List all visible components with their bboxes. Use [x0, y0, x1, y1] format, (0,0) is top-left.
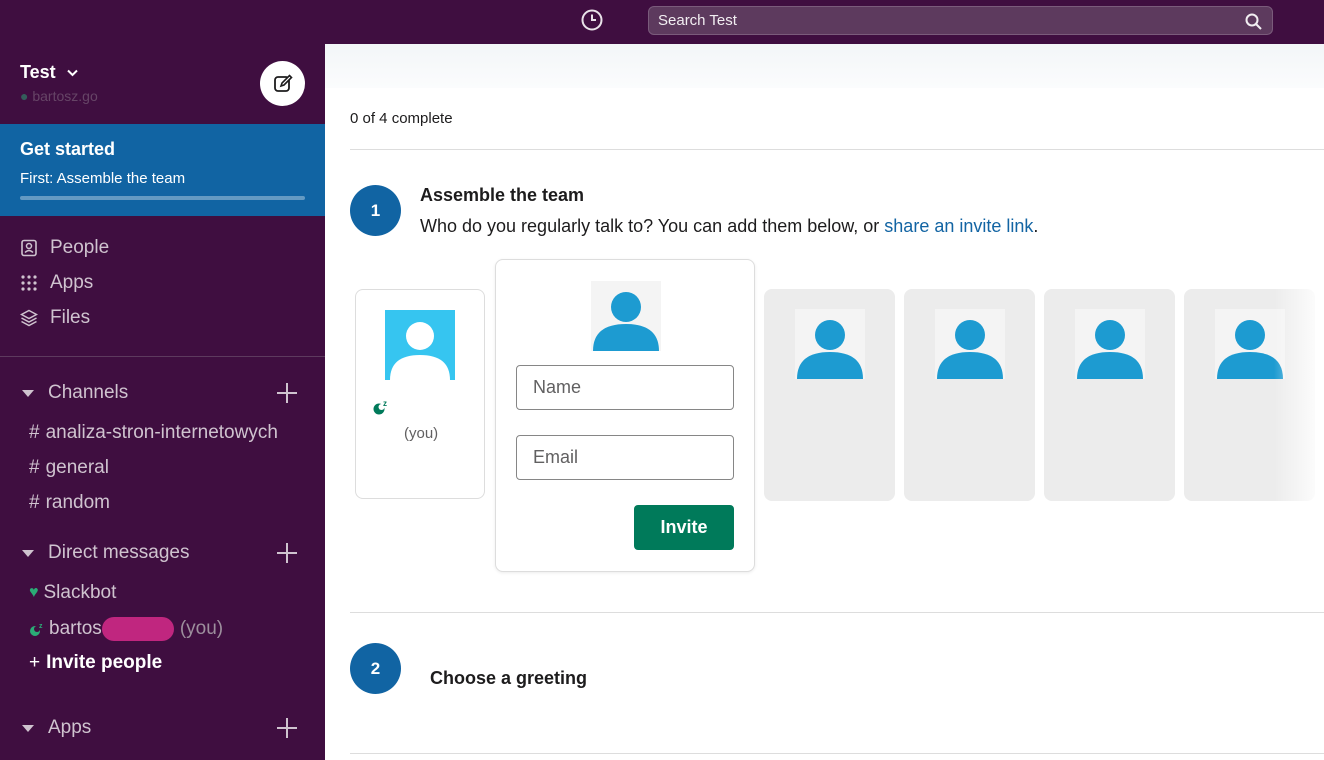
invite-people-label: Invite people	[46, 652, 163, 673]
apps-section-toggle[interactable]: Apps	[22, 717, 91, 739]
email-input[interactable]: Email	[516, 435, 734, 480]
channel-item[interactable]: # general	[29, 457, 109, 479]
redaction-mark	[101, 617, 174, 641]
you-suffix: (you)	[179, 618, 224, 639]
user-silhouette-icon	[390, 322, 450, 380]
dm-section-label: Direct messages	[48, 542, 190, 563]
compose-button[interactable]	[260, 61, 305, 106]
avatar-placeholder	[1075, 309, 1145, 379]
dm-item-slackbot[interactable]: ♥ Slackbot	[29, 582, 116, 604]
step-title-greeting[interactable]: Choose a greeting	[430, 668, 587, 689]
progress-count: 0 of 4	[350, 110, 388, 127]
search-placeholder: Search Test	[658, 12, 737, 29]
workspace-user-name: bartosz.go	[32, 88, 98, 104]
step-description-text: Who do you regularly talk to? You can ad…	[420, 216, 885, 236]
dm-name: bartos	[49, 618, 102, 639]
files-layers-icon	[20, 309, 38, 327]
get-started-subtitle: First: Assemble the team	[20, 170, 186, 187]
share-invite-link[interactable]: share an invite link	[884, 216, 1033, 236]
teammate-card-placeholder	[904, 289, 1035, 501]
away-status-icon: z	[30, 623, 43, 636]
sidebar-item-label: Apps	[50, 272, 94, 293]
step-title-assemble: Assemble the team	[420, 185, 585, 205]
apps-grid-icon	[21, 275, 37, 291]
avatar-placeholder	[795, 309, 865, 379]
chevron-down-icon	[66, 70, 78, 77]
progress-suffix: complete	[387, 110, 453, 127]
sidebar-item-label: Files	[50, 307, 91, 328]
avatar-placeholder	[935, 309, 1005, 379]
add-dm-button[interactable]	[277, 543, 297, 563]
avatar	[385, 310, 455, 380]
step-description-end: .	[1033, 216, 1039, 236]
channel-name: random	[45, 492, 110, 513]
compose-icon	[273, 73, 293, 92]
svg-text:z: z	[383, 399, 387, 408]
name-input[interactable]: Name	[516, 365, 734, 410]
user-silhouette-icon	[1077, 320, 1143, 379]
teammate-card-self: z (you)	[355, 289, 485, 499]
hash-icon: #	[29, 492, 40, 513]
top-bar: Search Test	[0, 0, 1324, 44]
step-description: Who do you regularly talk to? You can ad…	[420, 216, 1038, 237]
search-icon[interactable]	[1245, 13, 1262, 30]
away-status-icon: z	[373, 399, 387, 415]
invite-people-button[interactable]: + Invite people	[29, 652, 162, 674]
step-number-1: 1	[350, 185, 401, 236]
channel-item[interactable]: # analiza-stron-internetowych	[29, 422, 278, 444]
away-status-icon: ●	[20, 88, 29, 104]
dm-name: Slackbot	[43, 582, 117, 603]
workspace-user[interactable]: ● bartosz.go	[20, 88, 98, 104]
dm-item-self[interactable]: z bartos (you)	[29, 617, 223, 641]
search-input[interactable]: Search Test	[648, 6, 1273, 35]
sidebar-item-files[interactable]: Files	[20, 307, 90, 329]
get-started-title: Get started	[20, 139, 116, 159]
sidebar: Test ● bartosz.go Get started First: Ass…	[0, 44, 325, 760]
add-app-button[interactable]	[277, 718, 297, 738]
caret-down-icon	[22, 549, 34, 557]
workspace-name-label: Test	[20, 62, 56, 82]
progress-status: 0 of 4 complete	[350, 110, 453, 127]
hash-icon: #	[29, 457, 40, 478]
heart-icon: ♥	[29, 584, 39, 601]
section-divider	[350, 612, 1324, 613]
you-label: (you)	[404, 425, 439, 442]
people-icon	[21, 239, 37, 257]
channel-name: general	[45, 457, 109, 478]
scroll-fade	[1274, 284, 1324, 514]
svg-text:z: z	[39, 623, 43, 630]
user-silhouette-icon	[593, 292, 659, 351]
sidebar-item-label: People	[50, 237, 110, 258]
channel-item[interactable]: # random	[29, 492, 110, 514]
plus-icon: +	[29, 652, 41, 673]
sidebar-divider	[0, 356, 325, 357]
dm-section-toggle[interactable]: Direct messages	[22, 542, 190, 564]
avatar-placeholder	[591, 281, 661, 351]
channels-section-toggle[interactable]: Channels	[22, 382, 128, 404]
caret-down-icon	[22, 389, 34, 397]
section-divider	[350, 149, 1324, 150]
user-silhouette-icon	[797, 320, 863, 379]
invite-teammate-card: Name Email Invite	[495, 259, 755, 572]
teammate-card-placeholder	[1044, 289, 1175, 501]
clock-icon[interactable]	[580, 8, 604, 32]
caret-down-icon	[22, 724, 34, 732]
main-header-strip	[325, 44, 1324, 88]
sidebar-item-people[interactable]: People	[20, 237, 109, 259]
invite-button[interactable]: Invite	[634, 505, 734, 550]
sidebar-item-apps[interactable]: Apps	[20, 272, 93, 294]
channels-section-label: Channels	[48, 382, 129, 403]
section-divider	[350, 753, 1324, 754]
add-channel-button[interactable]	[277, 383, 297, 403]
get-started-progress	[20, 196, 305, 200]
hash-icon: #	[29, 422, 40, 443]
step-number-2: 2	[350, 643, 401, 694]
channel-name: analiza-stron-internetowych	[45, 422, 278, 443]
get-started-item[interactable]: Get started First: Assemble the team	[0, 124, 325, 216]
main-panel: 0 of 4 complete 1 Assemble the team Who …	[325, 44, 1324, 760]
teammate-card-placeholder	[764, 289, 895, 501]
user-silhouette-icon	[937, 320, 1003, 379]
workspace-name[interactable]: Test	[20, 62, 78, 83]
apps-section-label: Apps	[48, 717, 92, 738]
